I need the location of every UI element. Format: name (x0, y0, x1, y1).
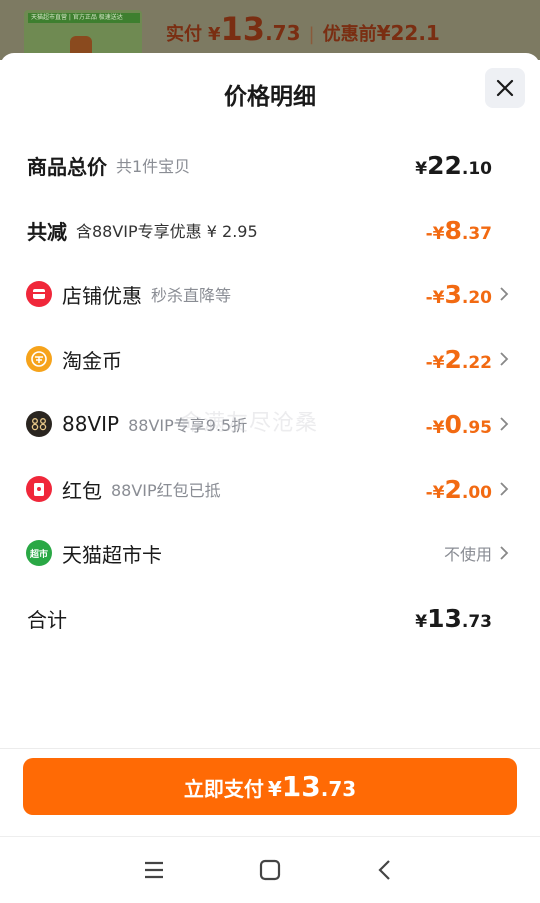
shop-coupon-icon (26, 281, 52, 307)
amount-int: 2 (444, 474, 462, 504)
row-amount: -¥ 8.37 (426, 216, 492, 245)
row-value: 不使用 (444, 541, 492, 565)
amount-prefix: ¥ (415, 158, 428, 179)
paid-label: 实付 (166, 24, 202, 45)
amount-prefix: -¥ (425, 287, 445, 308)
amount-dec: .20 (461, 287, 492, 308)
chevron-right-icon (500, 352, 509, 366)
amount-int: 3 (444, 279, 462, 309)
amount-dec: .10 (461, 158, 492, 179)
row-sub: 含88VIP专享优惠 ¥ 2.95 (76, 222, 258, 241)
row-label: 店铺优惠 (62, 283, 142, 308)
watermark: 命满友尽沧桑 (180, 411, 319, 436)
amount-dec: .73 (461, 611, 492, 632)
row-label: 天猫超市卡 (62, 542, 162, 567)
pay-label: 立即支付 (183, 777, 264, 801)
tmall-supermarket-icon: 超市 (26, 540, 52, 566)
row-amount: ¥22.10 (415, 151, 492, 180)
paid-int: 13 (220, 10, 266, 48)
not-use-text: 不使用 (443, 545, 492, 564)
row-sub: 秒杀直降等 (151, 286, 232, 305)
amount-int: 0 (444, 409, 462, 439)
row-amount: ¥13.73 (415, 604, 492, 633)
back-chevron-icon (378, 860, 390, 880)
system-nav-bar (0, 836, 540, 903)
row-total-discount: 共减 含88VIP专享优惠 ¥ 2.95 -¥ 8.37 (0, 210, 540, 250)
row-shop-discount[interactable]: 店铺优惠 秒杀直降等 -¥ 3.20 (0, 274, 540, 314)
row-amount: -¥ 0.95 (426, 410, 492, 439)
home-button[interactable] (255, 855, 285, 885)
paid-dec: .73 (265, 21, 301, 45)
recent-apps-button[interactable] (139, 855, 169, 885)
row-amount: -¥ 3.20 (426, 280, 492, 309)
row-tmall-supermarket-card[interactable]: 超市 天猫超市卡 不使用 (0, 533, 540, 573)
paid-yen: ¥ (208, 24, 221, 45)
pay-now-button[interactable]: 立即支付 ¥ 13 .73 (23, 758, 517, 815)
row-label: 红包 (62, 478, 102, 503)
footer-divider (0, 748, 540, 749)
row-amount: -¥ 2.22 (426, 345, 492, 374)
amount-prefix: -¥ (425, 417, 445, 438)
thumbnail-banner: 天猫超市直营 | 官方正品 极速送达 (28, 13, 140, 23)
row-sub: 共1件宝贝 (116, 157, 191, 176)
paid-separator: | (308, 24, 315, 45)
row-grand-total: 合计 ¥13.73 (0, 598, 540, 638)
row-label: 共减 (27, 219, 67, 244)
menu-icon (145, 861, 163, 879)
row-sub: 88VIP红包已抵 (111, 481, 221, 500)
amount-dec: .95 (461, 417, 492, 438)
back-button[interactable] (370, 855, 400, 885)
before-amount: ¥22.1 (376, 21, 440, 45)
chevron-right-icon (500, 417, 509, 431)
row-amount: -¥ 2.00 (426, 475, 492, 504)
amount-int: 2 (444, 344, 462, 374)
sheet-title: 价格明细 (224, 84, 316, 110)
amount-dec: .00 (461, 482, 492, 503)
chevron-right-icon (500, 287, 509, 301)
before-label: 优惠前 (322, 24, 377, 45)
home-square-icon (259, 859, 281, 881)
chevron-right-icon (500, 482, 509, 496)
red-packet-icon (26, 476, 52, 502)
amount-int: 13 (427, 603, 462, 633)
amount-prefix: ¥ (415, 611, 428, 632)
row-red-packet[interactable]: 红包 88VIP红包已抵 -¥ 2.00 (0, 469, 540, 509)
amount-prefix: -¥ (425, 482, 445, 503)
taojinbi-coin-icon (26, 346, 52, 372)
amount-dec: .37 (461, 223, 492, 244)
row-goods-total: 商品总价 共1件宝贝 ¥22.10 (0, 145, 540, 185)
background-order-summary: 天猫超市直营 | 官方正品 极速送达 实付 ¥ 13 .73 | 优惠前 ¥22… (0, 0, 540, 60)
row-label: 商品总价 (27, 154, 107, 179)
88vip-icon (26, 411, 52, 437)
amount-int: 8 (444, 215, 462, 245)
row-label: 88VIP (62, 412, 120, 436)
amount-int: 22 (427, 150, 462, 180)
amount-prefix: -¥ (425, 223, 445, 244)
amount-prefix: -¥ (425, 352, 445, 373)
pay-dec: .73 (320, 777, 357, 801)
close-icon (496, 79, 514, 97)
close-button[interactable] (485, 68, 525, 108)
pay-int: 13 (281, 770, 321, 803)
amount-dec: .22 (461, 352, 492, 373)
pay-prefix: ¥ (267, 777, 282, 801)
row-label: 淘金币 (62, 348, 122, 373)
row-label: 合计 (27, 607, 67, 632)
row-taojinbi[interactable]: 淘金币 -¥ 2.22 (0, 339, 540, 379)
chevron-right-icon (500, 546, 509, 560)
paid-summary: 实付 ¥ 13 .73 | 优惠前 ¥22.1 (166, 10, 440, 50)
